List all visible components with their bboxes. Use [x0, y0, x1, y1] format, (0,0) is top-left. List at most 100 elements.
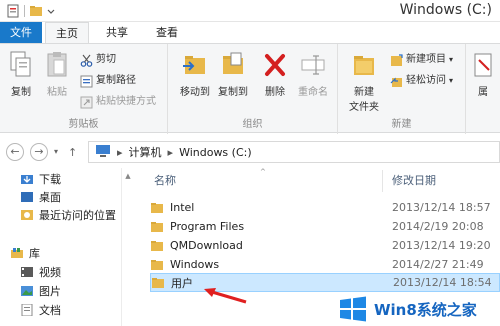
nav-item-label: 图片: [39, 285, 61, 298]
windows-logo-icon: [338, 296, 368, 322]
cut-button[interactable]: 剪切: [80, 52, 116, 68]
folder-icon: [150, 202, 164, 214]
new-folder-label-line1: 新建: [354, 87, 374, 98]
properties-icon: [469, 50, 497, 80]
nav-item-label: 文档: [39, 304, 61, 317]
copy-to-folder-icon: [219, 50, 247, 80]
annotation-arrow-icon: [204, 288, 247, 304]
breadcrumb-computer[interactable]: 计算机: [129, 144, 162, 160]
folder-icon: [150, 240, 164, 252]
title-bar: Windows (C:): [0, 0, 500, 22]
document-icon: [20, 303, 34, 317]
arrow-up-icon: ↑: [68, 146, 78, 159]
picture-icon: [20, 285, 34, 297]
rename-button[interactable]: 重命名: [294, 50, 332, 98]
table-row[interactable]: QMDownload 2013/12/14 19:20: [150, 236, 500, 255]
paste-button[interactable]: 粘贴: [38, 50, 76, 98]
clipboard-group: 复制 粘贴 剪切 复制路径 粘贴快捷方式 剪贴板: [0, 44, 168, 134]
separator: [24, 5, 25, 17]
nav-item-label: 库: [29, 247, 40, 260]
new-item-button[interactable]: 新建项目 ▾: [390, 52, 453, 68]
column-header-modified[interactable]: 修改日期: [392, 172, 436, 190]
nav-item-downloads[interactable]: 下载: [20, 170, 61, 188]
new-group-label: 新建: [391, 119, 412, 130]
nav-item-videos[interactable]: 视频: [20, 263, 61, 281]
address-bar[interactable]: ▸ 计算机 ▸ Windows (C:): [88, 141, 500, 163]
recent-locations-dropdown[interactable]: ▾: [54, 147, 58, 156]
file-date: 2013/12/14 18:54: [393, 276, 492, 289]
chevron-down-icon: ▾: [449, 76, 454, 85]
new-item-icon: [390, 53, 403, 67]
new-folder-button[interactable]: 新建 文件夹: [342, 50, 386, 113]
tab-home[interactable]: 主页: [45, 22, 89, 44]
arrow-right-icon: →: [34, 145, 44, 158]
table-row[interactable]: Windows 2014/2/27 21:49: [150, 255, 500, 274]
column-separator[interactable]: [382, 170, 383, 192]
file-date: 2014/2/27 21:49: [392, 258, 484, 271]
tab-view[interactable]: 查看: [145, 22, 189, 44]
window-title: Windows (C:): [399, 2, 492, 18]
delete-x-icon: [261, 50, 289, 80]
nav-item-label: 最近访问的位置: [39, 209, 116, 222]
nav-item-label: 下载: [39, 173, 61, 186]
chevron-right-icon: ▸: [117, 145, 123, 159]
copy-path-icon: [80, 75, 93, 88]
arrow-left-icon: ←: [10, 145, 20, 158]
clipboard-group-label: 剪贴板: [68, 119, 99, 130]
properties-button[interactable]: 属: [468, 50, 498, 98]
copy-to-button[interactable]: 复制到: [214, 50, 252, 98]
new-folder-quick-icon[interactable]: [29, 4, 43, 18]
nav-item-recent-places[interactable]: 最近访问的位置: [20, 206, 116, 224]
navigation-pane: 下载 桌面 最近访问的位置 库 视频 图片 文档: [0, 168, 122, 326]
library-icon: [10, 247, 24, 259]
table-row[interactable]: Program Files 2014/2/19 20:08: [150, 217, 500, 236]
watermark-text: Win8系统之家: [374, 300, 477, 319]
properties-quick-icon[interactable]: [6, 4, 20, 18]
file-date: 2013/12/14 19:20: [392, 239, 491, 252]
nav-item-documents[interactable]: 文档: [20, 301, 61, 319]
file-date: 2013/12/14 18:57: [392, 201, 491, 214]
rename-icon: [299, 50, 327, 80]
breadcrumb-drive[interactable]: Windows (C:): [179, 146, 252, 159]
nav-item-libraries[interactable]: 库: [10, 244, 40, 262]
new-item-label: 新建项目: [406, 54, 446, 65]
paste-shortcut-button[interactable]: 粘贴快捷方式: [80, 94, 156, 110]
copy-path-label: 复制路径: [96, 75, 136, 86]
navigation-scrollbar[interactable]: ▲: [124, 172, 132, 322]
file-name: Windows: [170, 258, 220, 271]
new-folder-label-line2: 文件夹: [349, 102, 379, 113]
back-button[interactable]: ←: [6, 143, 24, 161]
delete-button[interactable]: 删除: [256, 50, 294, 98]
easy-access-button[interactable]: 轻松访问 ▾: [390, 73, 453, 89]
ribbon-tabs: 文件 主页 共享 查看: [0, 22, 500, 44]
quick-access-toolbar: [6, 4, 55, 18]
chevron-down-icon[interactable]: [47, 4, 55, 18]
tab-share[interactable]: 共享: [95, 22, 139, 44]
up-button[interactable]: ↑: [68, 146, 77, 159]
paste-label: 粘贴: [47, 87, 67, 98]
move-to-button[interactable]: 移动到: [176, 50, 214, 98]
scroll-up-icon[interactable]: ▲: [124, 172, 132, 180]
paste-shortcut-label: 粘贴快捷方式: [96, 96, 156, 107]
sort-chevron-icon: ^: [260, 168, 266, 176]
ribbon: 复制 粘贴 剪切 复制路径 粘贴快捷方式 剪贴板 移动到 复制到 删除 重命名 …: [0, 43, 500, 134]
cut-label: 剪切: [96, 54, 116, 65]
folder-icon: [151, 277, 165, 289]
nav-item-label: 桌面: [39, 191, 61, 204]
properties-label: 属: [478, 87, 488, 98]
table-row[interactable]: Intel 2013/12/14 18:57: [150, 198, 500, 217]
tab-file[interactable]: 文件: [0, 22, 42, 44]
nav-item-pictures[interactable]: 图片: [20, 282, 61, 300]
recent-places-icon: [20, 209, 34, 221]
file-name: Intel: [170, 201, 195, 214]
new-group: 新建 文件夹 新建项目 ▾ 轻松访问 ▾ 新建: [338, 44, 466, 134]
column-header-name[interactable]: 名称: [154, 172, 176, 190]
folder-icon: [150, 259, 164, 271]
nav-item-desktop[interactable]: 桌面: [20, 188, 61, 206]
file-date: 2014/2/19 20:08: [392, 220, 484, 233]
new-folder-icon: [350, 50, 378, 80]
copy-button[interactable]: 复制: [2, 50, 40, 98]
move-to-folder-icon: [181, 50, 209, 80]
copy-path-button[interactable]: 复制路径: [80, 73, 136, 89]
forward-button[interactable]: →: [30, 143, 48, 161]
